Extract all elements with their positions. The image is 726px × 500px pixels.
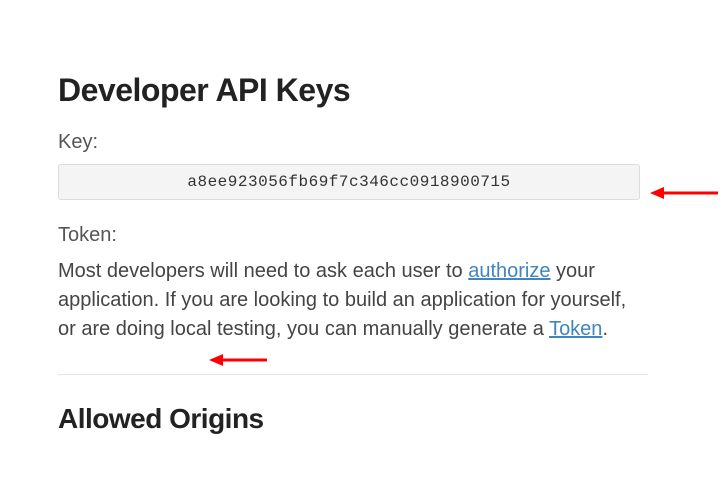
token-link[interactable]: Token: [549, 318, 602, 340]
section-divider: [58, 374, 648, 375]
token-description: Most developers will need to ask each us…: [58, 257, 648, 344]
text-part: Most developers will need to ask each us…: [58, 260, 468, 282]
key-label: Key:: [58, 131, 668, 154]
token-label: Token:: [58, 224, 668, 247]
section-title: Allowed Origins: [58, 403, 668, 435]
text-part: .: [602, 318, 608, 340]
page-title: Developer API Keys: [58, 72, 668, 109]
api-key-value[interactable]: a8ee923056fb69f7c346cc0918900715: [58, 164, 640, 200]
authorize-link[interactable]: authorize: [468, 260, 550, 282]
